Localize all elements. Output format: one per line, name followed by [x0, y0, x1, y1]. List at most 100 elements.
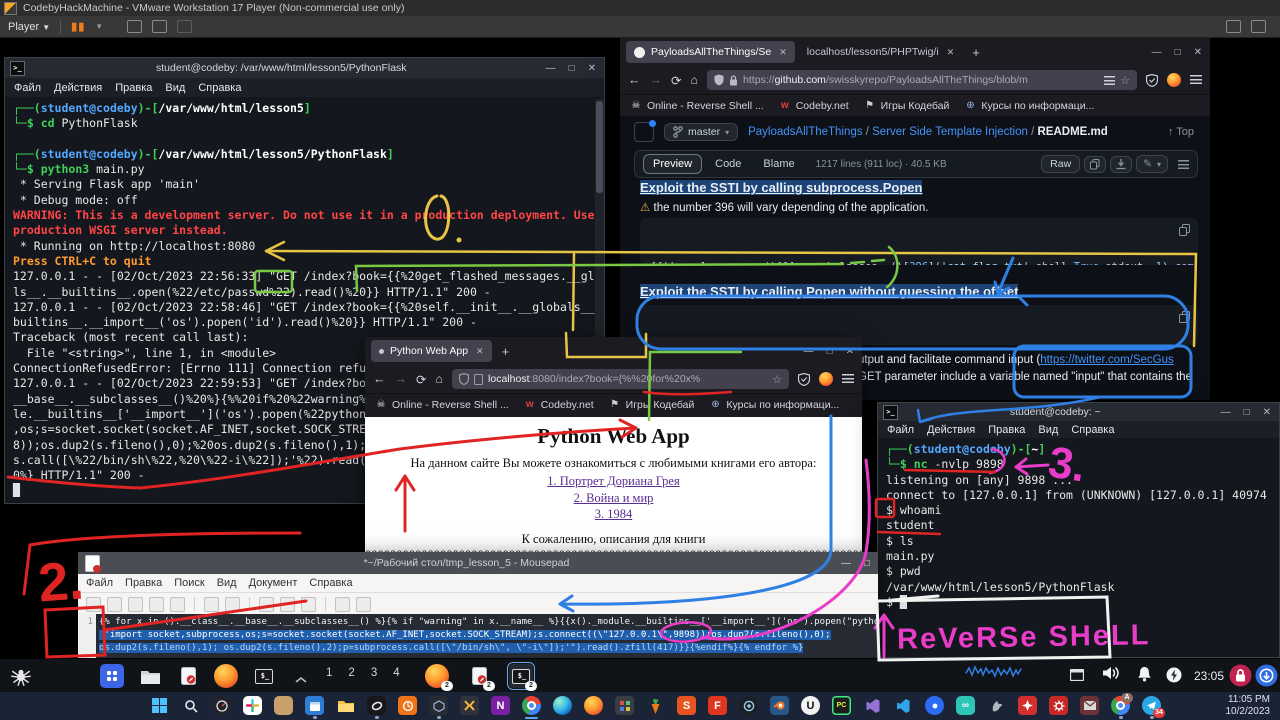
virtualbox-app[interactable] [429, 696, 448, 715]
task-firefox[interactable]: 2 [425, 664, 449, 688]
tab-localhost-phptwig[interactable]: localhost/lesson5/PHPTwig/i✕ [799, 41, 962, 63]
maximize-icon[interactable]: □ [827, 346, 833, 357]
home-icon[interactable]: ⌂ [690, 73, 698, 87]
pycharm-app[interactable]: PC [832, 696, 851, 715]
twitter-link[interactable]: https://twitter.com/SecGus [1040, 354, 1174, 366]
redo-icon[interactable] [225, 597, 240, 612]
carrot-app[interactable] [646, 696, 665, 715]
send-ctrl-alt-del-icon[interactable] [127, 20, 142, 33]
bookmark-item[interactable]: ☠Online - Reverse Shell ... [630, 100, 764, 112]
vmware-app[interactable] [460, 696, 479, 715]
menu-item[interactable]: Файл [86, 577, 113, 589]
breadcrumb-dir[interactable]: Server Side Template Injection [872, 126, 1028, 138]
pocket-shield-icon[interactable] [798, 373, 810, 386]
bookmark-item[interactable]: ⊕Курсы по информаци... [964, 100, 1094, 112]
suspend-button[interactable]: ▮▮ [71, 20, 85, 33]
menu-item[interactable]: Поиск [174, 577, 204, 589]
terminal-output[interactable]: ┌──(student@codeby)-[~]└─$ nc -nvlp 9898… [878, 438, 1279, 657]
screen-lock-icon[interactable] [1229, 664, 1252, 692]
terminal-window-netcat[interactable]: >_ student@codeby: ~ — □ ✕ ФайлДействияП… [877, 402, 1280, 658]
panel-mousepad[interactable] [176, 664, 200, 688]
bird-app[interactable] [987, 696, 1006, 715]
code-block-subclasses[interactable]: {{''.__class__.mro()[1].__subclasses__()… [640, 218, 1198, 265]
new-file-icon[interactable] [86, 597, 101, 612]
mail-app[interactable] [1080, 696, 1099, 715]
task-terminal[interactable]: $_2 [509, 664, 533, 688]
mousepad-window[interactable]: *~/Рабочий стол/tmp_lesson_5 - Mousepad … [78, 552, 878, 658]
menu-item[interactable]: Действия [54, 82, 102, 94]
maximize-icon[interactable]: □ [1244, 407, 1250, 418]
menu-item[interactable]: Правка [115, 82, 152, 94]
firefox-account-icon[interactable] [819, 372, 833, 386]
find-icon[interactable] [335, 597, 350, 612]
search-icon[interactable] [181, 696, 200, 715]
obsidian-app[interactable] [367, 696, 386, 715]
workspace-3[interactable]: 3 [367, 667, 381, 679]
save-as-icon[interactable] [149, 597, 164, 612]
new-tab-button[interactable]: + [972, 45, 980, 60]
menu-item[interactable]: Документ [249, 577, 298, 589]
red-game-app-1[interactable] [1018, 696, 1037, 715]
firefox-app[interactable] [584, 696, 603, 715]
panel-expand-icon[interactable] [295, 671, 307, 689]
slack-app[interactable] [243, 696, 262, 715]
suspend-dropdown[interactable]: ▼ [95, 22, 103, 31]
panel-firefox[interactable] [214, 664, 238, 688]
book-link[interactable]: 1. Портрет Дориана Грея [365, 473, 862, 490]
mousepad-editor[interactable]: 1 {% for x in ().__class__.__base__.__su… [78, 614, 878, 658]
onenote-app[interactable]: N [491, 696, 510, 715]
terminal-titlebar[interactable]: >_ student@codeby: /var/www/html/lesson5… [5, 58, 604, 78]
bookmark-item[interactable]: ⊕Курсы по информаци... [709, 399, 839, 411]
minimize-icon[interactable]: — [804, 346, 814, 357]
minimize-icon[interactable]: — [546, 63, 556, 74]
book-link[interactable]: 3. 1984 [365, 506, 862, 523]
calendar-app[interactable] [305, 696, 324, 715]
bookmark-item[interactable]: wCodeby.net [524, 399, 594, 411]
menu-item[interactable]: Действия [927, 424, 975, 436]
panel-app-menu[interactable] [100, 664, 124, 688]
menu-item[interactable]: Вид [165, 82, 185, 94]
red-game-app-2[interactable] [1049, 696, 1068, 715]
reload-icon[interactable]: ⟳ [416, 372, 426, 387]
volume-icon[interactable] [1102, 666, 1120, 685]
tab-code[interactable]: Code [706, 155, 750, 173]
terminal-titlebar[interactable]: >_ student@codeby: ~ — □ ✕ [878, 403, 1279, 421]
bookmark-star-icon[interactable]: ☆ [1120, 74, 1130, 87]
visual-studio-app[interactable] [863, 696, 882, 715]
task-mousepad[interactable]: 2 [467, 664, 491, 688]
workspace-1[interactable]: 1 [322, 667, 336, 679]
sublime-app[interactable]: S [677, 696, 696, 715]
windows-clock[interactable]: 11:05 PM 10/2/2023 [1226, 694, 1271, 718]
console-view-icon[interactable] [1226, 20, 1241, 33]
close-tab-icon[interactable]: ✕ [476, 346, 484, 357]
copy-raw-icon[interactable] [1084, 156, 1106, 173]
maximize-icon[interactable]: □ [1175, 47, 1181, 58]
back-icon[interactable]: ← [373, 372, 386, 386]
breadcrumb-repo[interactable]: PayloadsAllTheThings [748, 126, 862, 138]
bookmark-item[interactable]: ☠Online - Reverse Shell ... [375, 399, 509, 411]
mousepad-titlebar[interactable]: *~/Рабочий стол/tmp_lesson_5 - Mousepad … [78, 552, 878, 574]
hand-app[interactable] [274, 696, 293, 715]
menu-item[interactable]: Файл [14, 82, 41, 94]
clock-app[interactable] [398, 696, 417, 715]
outline-icon[interactable] [1178, 160, 1189, 169]
panel-terminal[interactable]: $_ [252, 664, 276, 688]
copy-code-icon[interactable] [1179, 224, 1190, 242]
close-file-icon[interactable] [170, 597, 185, 612]
teal-app[interactable]: ∞ [956, 696, 975, 715]
chrome-profile-app[interactable]: A [1111, 696, 1130, 715]
firefox-account-icon[interactable] [1167, 73, 1181, 87]
minimize-icon[interactable]: — [1152, 47, 1162, 58]
menu-item[interactable]: Справка [198, 82, 241, 94]
edge-app[interactable] [553, 696, 572, 715]
home-icon[interactable]: ⌂ [435, 372, 443, 386]
menu-item[interactable]: Вид [217, 577, 237, 589]
url-bar[interactable]: https://github.com/swisskyrepo/PayloadsA… [707, 70, 1137, 90]
bookmark-item[interactable]: wCodeby.net [779, 100, 849, 112]
menu-item[interactable]: Справка [309, 577, 352, 589]
close-icon[interactable]: ✕ [1194, 47, 1202, 58]
close-icon[interactable]: ✕ [846, 346, 854, 357]
back-icon[interactable]: ← [628, 73, 641, 87]
edit-icon[interactable]: ✎ ▾ [1136, 155, 1168, 173]
open-file-icon[interactable] [107, 597, 122, 612]
